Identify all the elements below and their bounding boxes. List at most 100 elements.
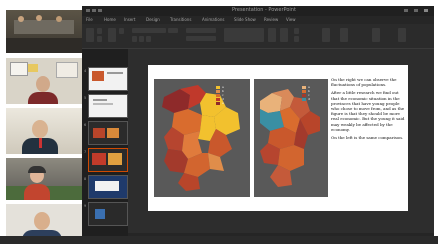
person-face [36, 15, 42, 21]
quick-styles-button[interactable] [280, 28, 288, 42]
slide-number: 9 [84, 204, 87, 208]
shape-fill-button[interactable] [294, 28, 299, 34]
slide-thumbnail[interactable]: 7 [84, 148, 128, 172]
font-family-select[interactable] [132, 28, 166, 33]
thumbnail-map [95, 209, 105, 219]
slide-number: 4 [84, 69, 87, 73]
copy-button[interactable] [97, 36, 102, 42]
new-slide-button[interactable] [108, 28, 116, 42]
slide-number: 6 [84, 123, 87, 127]
ribbon-tabs: File Home Insert Design Transitions Anim… [82, 16, 434, 24]
save-icon[interactable] [86, 9, 90, 12]
slide-paragraph: On the right we can observe the fluctuat… [331, 77, 397, 88]
wall-poster [28, 64, 38, 72]
shape-outline-button[interactable] [294, 36, 299, 42]
slide-paragraph: On the left is the same comparison. [331, 135, 404, 141]
slide-thumbnail[interactable]: 8 [84, 175, 128, 199]
slide-text-box[interactable]: On the right we can observe the fluctuat… [331, 77, 405, 143]
title-bar: Presentation - PowerPoint [82, 6, 434, 16]
tab-animations[interactable]: Animations [202, 17, 224, 22]
person-body [24, 184, 50, 200]
ribbon-toolbar [82, 24, 434, 49]
slide-thumbnails-pane: 4 5 6 7 8 9 [82, 49, 128, 242]
map-region [260, 93, 282, 113]
thumbnail-map [93, 128, 105, 138]
designer-button[interactable] [398, 28, 406, 42]
participant-video-tile[interactable] [6, 58, 82, 104]
conference-table [14, 20, 74, 34]
person-face [56, 16, 62, 22]
slide-number: 7 [84, 150, 87, 154]
cut-button[interactable] [97, 28, 102, 34]
wall-poster [56, 62, 78, 78]
current-slide[interactable]: a b c d e a b c d On the right we can ob… [148, 65, 408, 211]
map-legend-right: a b c d [302, 85, 310, 101]
slide-thumbnail[interactable]: 6 [84, 121, 128, 145]
replace-button[interactable] [340, 28, 348, 42]
slide-paragraph: After a little research we find out that… [331, 90, 405, 132]
headphones-icon [28, 166, 46, 173]
powerpoint-window: Presentation - PowerPoint File Home Inse… [82, 6, 434, 242]
maximize-icon[interactable] [414, 9, 418, 12]
person-face [18, 16, 24, 22]
thumbnail-map [92, 153, 106, 165]
thumbnail-text [107, 72, 123, 74]
dictate-button[interactable] [372, 28, 380, 42]
tie [39, 138, 42, 148]
thumbnail-map [108, 153, 122, 165]
bold-button[interactable] [132, 36, 137, 42]
paragraph-controls[interactable] [186, 28, 216, 33]
slide-number: 5 [84, 96, 87, 100]
person-face [34, 212, 50, 230]
choropleth-map-left [162, 85, 240, 191]
thumbnail-text [95, 181, 119, 191]
map-region [162, 89, 190, 113]
undo-icon[interactable] [92, 9, 96, 12]
slide-editing-area: a b c d e a b c d On the right we can ob… [128, 49, 434, 242]
person-face [32, 120, 48, 138]
tab-file[interactable]: File [86, 17, 93, 22]
map-legend-left: a b c d e [216, 85, 224, 105]
legend-item: e [216, 101, 224, 105]
slide-number: 8 [84, 177, 87, 181]
font-size-select[interactable] [168, 28, 178, 33]
floor [6, 38, 82, 53]
left-map-panel: a b c d e [154, 79, 250, 197]
right-map-panel: a b c d [254, 79, 328, 197]
legend-item: d [302, 97, 310, 101]
participant-video-tile[interactable] [6, 10, 82, 53]
thumbnail-text [93, 103, 113, 105]
tab-home[interactable]: Home [104, 17, 116, 22]
person-face [36, 76, 50, 92]
choropleth-map-right [260, 89, 320, 187]
thumbnail-text [93, 99, 107, 101]
redo-icon[interactable] [98, 9, 102, 12]
underline-button[interactable] [146, 36, 151, 42]
slide-thumbnail[interactable]: 4 [84, 67, 128, 91]
close-icon[interactable] [424, 9, 428, 12]
slide-thumbnail[interactable]: 5 [84, 94, 128, 118]
bottom-status-strip [0, 236, 438, 244]
thumbnail-map [92, 71, 104, 81]
tab-insert[interactable]: Insert [124, 17, 135, 22]
tab-review[interactable]: Review [264, 17, 278, 22]
slide-thumbnail[interactable]: 9 [84, 202, 128, 226]
italic-button[interactable] [139, 36, 144, 42]
shapes-gallery[interactable] [224, 28, 264, 42]
window-title: Presentation - PowerPoint [232, 7, 296, 13]
alignment-controls[interactable] [186, 36, 216, 41]
find-button[interactable] [322, 28, 330, 42]
thumbnail-map [107, 128, 119, 138]
participant-video-tile[interactable] [6, 108, 82, 154]
participant-video-tile[interactable] [6, 158, 82, 200]
layout-button[interactable] [119, 28, 124, 34]
tab-slide-show[interactable]: Slide Show [234, 17, 256, 22]
arrange-button[interactable] [268, 28, 276, 42]
minimize-icon[interactable] [404, 9, 408, 12]
wall-poster [10, 62, 28, 76]
tab-transitions[interactable]: Transitions [170, 17, 191, 22]
tab-view[interactable]: View [286, 17, 296, 22]
tab-design[interactable]: Design [146, 17, 160, 22]
paste-button[interactable] [86, 28, 94, 42]
person-body [28, 92, 58, 104]
